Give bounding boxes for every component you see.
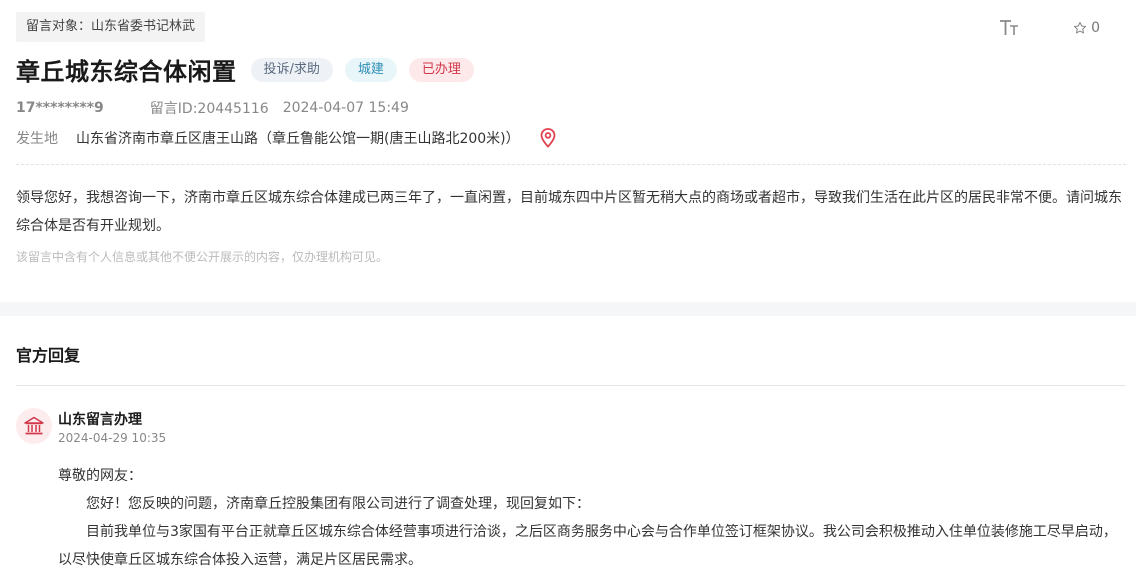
message-meta: 17********9 留言ID:20445116 2024-04-07 15:…	[16, 98, 409, 118]
favorite-button[interactable]: 0	[1073, 20, 1100, 36]
favorite-count: 0	[1091, 20, 1100, 36]
divider	[16, 385, 1126, 386]
privacy-note: 该留言中含有个人信息或其他不便公开展示的内容，仅办理机构可见。	[16, 250, 389, 264]
reply-paragraph: 目前我单位与3家国有平台正就章丘区城东综合体经营事项进行洽谈，之后区商务服务中心…	[58, 524, 1117, 568]
reply-greeting: 尊敬的网友：	[58, 468, 142, 484]
section-separator	[0, 302, 1136, 316]
divider	[16, 164, 1126, 165]
government-building-icon	[24, 416, 44, 435]
avatar	[16, 408, 52, 444]
category-tag: 城建	[344, 57, 397, 82]
map-pin-icon[interactable]	[540, 128, 556, 148]
reply-org-name: 山东留言办理	[58, 412, 142, 428]
reply-paragraph: 您好！您反映的问题，济南章丘控股集团有限公司进行了调查处理，现回复如下：	[86, 496, 590, 512]
message-datetime: 2024-04-07 15:49	[282, 100, 409, 116]
poster-id: 17********9	[16, 100, 104, 116]
status-badge: 已办理	[408, 57, 474, 82]
message-target-label: 留言对象：山东省委书记林武	[16, 12, 206, 42]
reply-heading: 官方回复	[16, 346, 81, 365]
page-title: 章丘城东综合体闲置	[16, 58, 237, 86]
message-content: 领导您好，我想咨询一下，济南市章丘区城东综合体建成已两三年了，一直闲置，目前城东…	[16, 190, 1122, 234]
title-row: 章丘城东综合体闲置 投诉/求助 城建 已办理	[16, 52, 486, 87]
font-size-icon[interactable]	[999, 18, 1021, 38]
reply-time: 2024-04-29 10:35	[58, 431, 167, 445]
type-tag: 投诉/求助	[250, 57, 333, 82]
reply-body: 尊敬的网友： 您好！您反映的问题，济南章丘控股集团有限公司进行了调查处理，现回复…	[58, 462, 1128, 574]
message-id: 留言ID:20445116	[149, 101, 269, 117]
location-label: 发生地	[16, 131, 58, 147]
top-actions: 0	[999, 18, 1100, 38]
star-icon	[1074, 21, 1087, 34]
location-value: 山东省济南市章丘区唐王山路（章丘鲁能公馆一期(唐王山路北200米)）	[76, 131, 520, 147]
location-row: 发生地 山东省济南市章丘区唐王山路（章丘鲁能公馆一期(唐王山路北200米)）	[16, 128, 556, 148]
